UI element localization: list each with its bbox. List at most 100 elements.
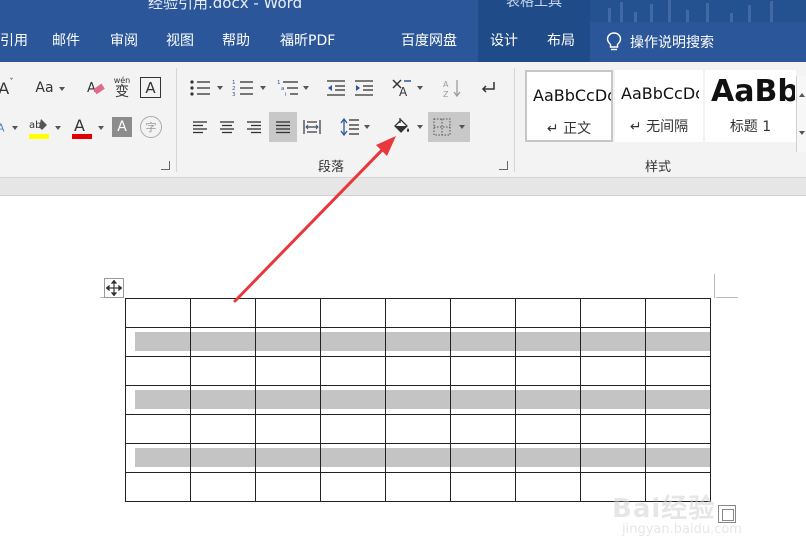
document-table[interactable] xyxy=(125,298,711,502)
decrease-indent-button[interactable] xyxy=(324,76,348,100)
highlight-color-button[interactable]: ab xyxy=(24,114,64,142)
table-cell[interactable] xyxy=(580,327,646,357)
table-move-handle[interactable] xyxy=(104,278,124,298)
tell-me-search[interactable]: 操作说明搜索 xyxy=(606,22,714,62)
table-cell[interactable] xyxy=(190,327,256,357)
align-center-button[interactable] xyxy=(215,114,239,140)
table-cell[interactable] xyxy=(320,298,386,328)
table-cell[interactable] xyxy=(190,298,256,328)
table-cell[interactable] xyxy=(645,414,711,444)
tab-view[interactable]: 视图 xyxy=(166,22,194,62)
style-card[interactable]: AaBb 标题 1 xyxy=(705,70,796,142)
table-cell[interactable] xyxy=(255,472,321,502)
tab-baidu-netdisk[interactable]: 百度网盘 xyxy=(401,22,457,62)
table-cell[interactable] xyxy=(515,385,581,415)
shrink-font-button[interactable]: Aˇ xyxy=(0,76,16,100)
styles-gallery-scroll[interactable] xyxy=(796,76,806,152)
table-cell[interactable] xyxy=(125,298,191,328)
multilevel-list-button[interactable]: 1ai xyxy=(274,76,312,100)
table-cell[interactable] xyxy=(320,472,386,502)
table-cell[interactable] xyxy=(450,472,516,502)
shading-button[interactable] xyxy=(388,114,426,140)
tab-mailings[interactable]: 邮件 xyxy=(52,22,80,62)
table-cell[interactable] xyxy=(255,414,321,444)
table-cell[interactable] xyxy=(320,327,386,357)
enclose-characters-button[interactable]: 字 xyxy=(140,116,162,138)
table-cell[interactable] xyxy=(580,443,646,473)
table-cell[interactable] xyxy=(515,414,581,444)
table-cell[interactable] xyxy=(645,298,711,328)
character-border-button[interactable]: A xyxy=(140,77,161,98)
table-cell[interactable] xyxy=(255,385,321,415)
table-cell[interactable] xyxy=(125,414,191,444)
table-cell[interactable] xyxy=(645,385,711,415)
table-cell[interactable] xyxy=(190,472,256,502)
table-cell[interactable] xyxy=(125,385,191,415)
table-cell[interactable] xyxy=(125,327,191,357)
font-color-button[interactable]: A xyxy=(68,114,106,142)
chinese-layout-button[interactable]: A xyxy=(388,76,426,100)
table-cell[interactable] xyxy=(580,414,646,444)
justify-button[interactable] xyxy=(269,112,297,142)
clear-formatting-button[interactable]: A xyxy=(84,76,108,100)
change-case-button[interactable]: Aa xyxy=(32,76,68,100)
table-cell[interactable] xyxy=(320,443,386,473)
table-cell[interactable] xyxy=(255,356,321,386)
tab-review[interactable]: 审阅 xyxy=(110,22,138,62)
table-cell[interactable] xyxy=(645,443,711,473)
bullets-button[interactable] xyxy=(188,76,224,100)
tab-foxit-pdf[interactable]: 福昕PDF xyxy=(280,22,335,62)
paragraph-dialog-launcher[interactable] xyxy=(499,161,508,170)
table-cell[interactable] xyxy=(320,385,386,415)
table-cell[interactable] xyxy=(255,298,321,328)
table-cell[interactable] xyxy=(515,356,581,386)
table-cell[interactable] xyxy=(385,298,451,328)
table-cell[interactable] xyxy=(515,298,581,328)
table-cell[interactable] xyxy=(255,443,321,473)
table-cell[interactable] xyxy=(580,356,646,386)
table-cell[interactable] xyxy=(515,472,581,502)
table-cell[interactable] xyxy=(385,385,451,415)
tab-table-design[interactable]: 设计 xyxy=(478,22,534,62)
table-cell[interactable] xyxy=(320,356,386,386)
table-cell[interactable] xyxy=(515,327,581,357)
table-cell[interactable] xyxy=(190,443,256,473)
table-cell[interactable] xyxy=(125,443,191,473)
style-card[interactable]: AaBbCcDc ↵ 无间隔 xyxy=(615,70,703,142)
table-cell[interactable] xyxy=(580,298,646,328)
table-cell[interactable] xyxy=(450,298,516,328)
table-cell[interactable] xyxy=(385,443,451,473)
tab-references[interactable]: 引用 xyxy=(0,22,28,62)
table-cell[interactable] xyxy=(645,327,711,357)
line-spacing-button[interactable] xyxy=(336,114,374,140)
table-cell[interactable] xyxy=(450,356,516,386)
table-cell[interactable] xyxy=(450,327,516,357)
phonetic-guide-button[interactable]: wén 变 xyxy=(110,74,134,102)
increase-indent-button[interactable] xyxy=(352,76,376,100)
character-shading-button[interactable]: A xyxy=(112,117,132,137)
table-cell[interactable] xyxy=(190,385,256,415)
table-cell[interactable] xyxy=(125,472,191,502)
table-cell[interactable] xyxy=(515,443,581,473)
table-cell[interactable] xyxy=(385,414,451,444)
sort-button[interactable]: AZ xyxy=(440,76,464,100)
table-cell[interactable] xyxy=(645,356,711,386)
table-cell[interactable] xyxy=(190,414,256,444)
table-cell[interactable] xyxy=(385,327,451,357)
table-cell[interactable] xyxy=(190,356,256,386)
table-cell[interactable] xyxy=(580,385,646,415)
text-effects-button[interactable]: A xyxy=(0,116,18,140)
table-cell[interactable] xyxy=(450,443,516,473)
tab-table-layout[interactable]: 布局 xyxy=(534,22,590,62)
style-card[interactable]: AaBbCcDc ↵ 正文 xyxy=(525,70,613,142)
font-dialog-launcher[interactable] xyxy=(161,161,170,170)
numbering-button[interactable]: 123 xyxy=(230,76,268,100)
distributed-button[interactable] xyxy=(300,114,324,140)
borders-button[interactable] xyxy=(428,112,470,142)
table-cell[interactable] xyxy=(450,414,516,444)
align-right-button[interactable] xyxy=(242,114,266,140)
table-cell[interactable] xyxy=(125,356,191,386)
table-cell[interactable] xyxy=(385,472,451,502)
align-left-button[interactable] xyxy=(188,114,212,140)
show-formatting-marks-button[interactable] xyxy=(476,76,500,100)
